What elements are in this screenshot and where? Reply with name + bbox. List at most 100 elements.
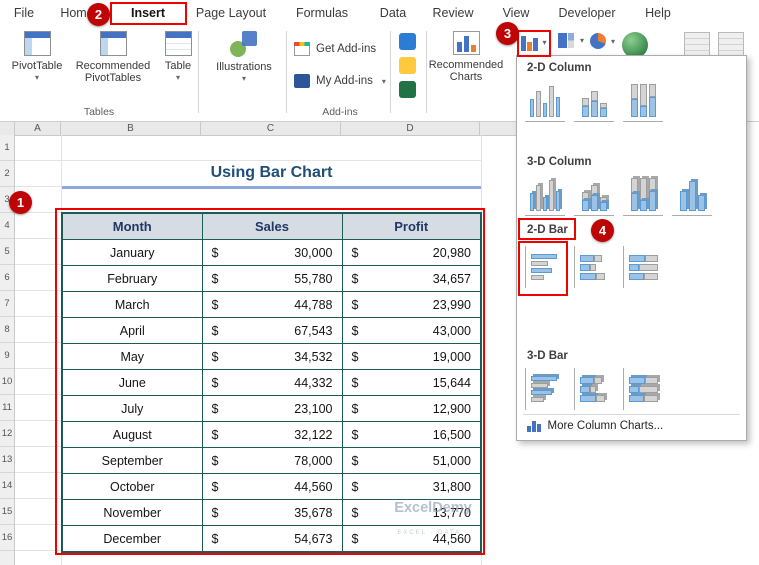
stacked-100-column-icon[interactable] — [623, 80, 663, 122]
chevron-down-icon: ▾ — [241, 74, 246, 83]
stacked-100-3d-column-icon[interactable] — [623, 174, 663, 216]
title-underline — [62, 186, 481, 189]
tab-data[interactable]: Data — [380, 0, 406, 27]
chevron-down-icon: ▾ — [381, 76, 386, 86]
column-header-b[interactable]: B — [61, 121, 201, 135]
illustrations-button[interactable]: Illustrations ▾ — [208, 31, 280, 83]
pivotchart-icon[interactable] — [684, 32, 710, 56]
excel-window: File Home Insert Page Layout Formulas Da… — [0, 0, 759, 565]
tables-group-label: Tables — [83, 106, 115, 118]
store-icon — [294, 42, 310, 56]
insert-pie-chart-button[interactable]: ▾ — [590, 33, 615, 49]
recommended-pivottables-button[interactable]: Recommended PivotTables — [70, 31, 156, 84]
row-header[interactable]: 12 — [0, 421, 14, 447]
chevron-down-icon: ▾ — [580, 36, 585, 45]
insert-hierarchy-chart-button[interactable]: ▾ — [558, 33, 584, 48]
row-header[interactable]: 8 — [0, 317, 14, 343]
illustrations-label: Illustrations — [216, 61, 272, 73]
row-header[interactable]: 11 — [0, 395, 14, 421]
my-addins-button[interactable]: My Add-ins ▾ — [294, 70, 386, 92]
callout-step-1: 1 — [9, 191, 32, 214]
tour-icon[interactable] — [718, 32, 744, 56]
tab-file[interactable]: File — [14, 0, 34, 27]
section-title-2d-column: 2-D Column — [527, 62, 592, 74]
get-addins-label: Get Add-ins — [316, 43, 377, 55]
pie-chart-icon — [590, 33, 606, 49]
row-header[interactable]: 6 — [0, 265, 14, 291]
recommended-charts-button[interactable]: Recommended Charts — [429, 31, 503, 83]
row-header[interactable]: 7 — [0, 291, 14, 317]
tab-developer[interactable]: Developer — [559, 0, 616, 27]
2d-column-options — [525, 80, 663, 122]
pivottable-button[interactable]: PivotTable ▾ — [8, 31, 66, 82]
row-header[interactable]: 1 — [0, 135, 14, 161]
select-all-corner[interactable] — [0, 121, 15, 135]
tab-page-layout[interactable]: Page Layout — [196, 0, 266, 27]
addins-group-label: Add-ins — [322, 106, 358, 118]
row-header[interactable]: 5 — [0, 239, 14, 265]
stacked-3d-bar-icon[interactable] — [574, 368, 614, 410]
callout-step-4: 4 — [591, 219, 614, 242]
get-addins-button[interactable]: Get Add-ins — [294, 38, 376, 60]
tab-review[interactable]: Review — [433, 0, 474, 27]
clustered-3d-bar-icon[interactable] — [525, 368, 565, 410]
stacked-3d-column-icon[interactable] — [574, 174, 614, 216]
row-header[interactable]: 16 — [0, 525, 14, 551]
column-header-c[interactable]: C — [201, 121, 341, 135]
clustered-column-icon[interactable] — [525, 80, 565, 122]
my-addins-icon — [294, 74, 310, 88]
table-button[interactable]: Table ▾ — [158, 31, 198, 82]
column-header-d[interactable]: D — [341, 121, 480, 135]
3d-column-options — [525, 174, 712, 216]
highlight-box-clustered-bar — [518, 241, 568, 296]
tab-help[interactable]: Help — [645, 0, 671, 27]
chevron-down-icon: ▾ — [611, 36, 616, 46]
highlight-box-insert-tab — [110, 2, 187, 25]
row-header[interactable]: 9 — [0, 343, 14, 369]
chevron-down-icon: ▾ — [175, 73, 180, 82]
small-addin-icon-2[interactable] — [399, 57, 416, 74]
pivottable-label: PivotTable — [11, 60, 63, 72]
section-title-3d-bar: 3-D Bar — [527, 350, 568, 362]
highlight-box-data-table — [55, 208, 485, 555]
stacked-bar-icon[interactable] — [574, 246, 614, 288]
chart-icon — [527, 420, 541, 432]
pivottable-icon — [23, 31, 51, 56]
row-header[interactable]: 10 — [0, 369, 14, 395]
group-divider — [426, 31, 427, 113]
recommended-charts-icon — [452, 31, 480, 55]
row-header[interactable]: 13 — [0, 447, 14, 473]
row-header[interactable]: 2 — [0, 161, 14, 187]
highlight-box-chart-button — [517, 30, 551, 57]
treemap-chart-icon — [558, 33, 575, 48]
recommended-pivottables-icon — [99, 31, 127, 56]
chevron-down-icon: ▾ — [34, 73, 39, 82]
more-column-charts-item[interactable]: More Column Charts... — [527, 420, 663, 432]
stacked-100-bar-icon[interactable] — [623, 246, 663, 288]
small-addin-icon-3[interactable] — [399, 81, 416, 98]
worksheet-title[interactable]: Using Bar Chart — [62, 160, 481, 185]
small-addin-icon-1[interactable] — [399, 33, 416, 50]
row-header[interactable]: 4 — [0, 213, 14, 239]
recommended-pivottables-label: Recommended PivotTables — [75, 60, 151, 84]
tab-formulas[interactable]: Formulas — [296, 0, 348, 27]
row-header[interactable]: 15 — [0, 499, 14, 525]
row-header[interactable]: 14 — [0, 473, 14, 499]
column-header-a[interactable]: A — [15, 121, 61, 135]
callout-step-3: 3 — [496, 22, 519, 45]
stacked-column-icon[interactable] — [574, 80, 614, 122]
highlight-box-2d-bar-title — [518, 218, 576, 240]
section-title-3d-column: 3-D Column — [527, 156, 592, 168]
illustrations-icon — [229, 31, 259, 57]
recommended-charts-label: Recommended Charts — [428, 59, 504, 83]
column-header-strip: A B C D — [0, 121, 516, 136]
group-divider — [198, 31, 199, 113]
stacked-100-3d-bar-icon[interactable] — [623, 368, 663, 410]
callout-step-2: 2 — [87, 3, 110, 26]
more-column-charts-label: More Column Charts... — [547, 420, 664, 432]
clustered-3d-column-icon[interactable] — [525, 174, 565, 216]
table-label: Table — [164, 60, 192, 72]
table-icon — [164, 31, 192, 56]
3d-column-icon[interactable] — [672, 174, 712, 216]
column-header-filler — [480, 121, 516, 135]
